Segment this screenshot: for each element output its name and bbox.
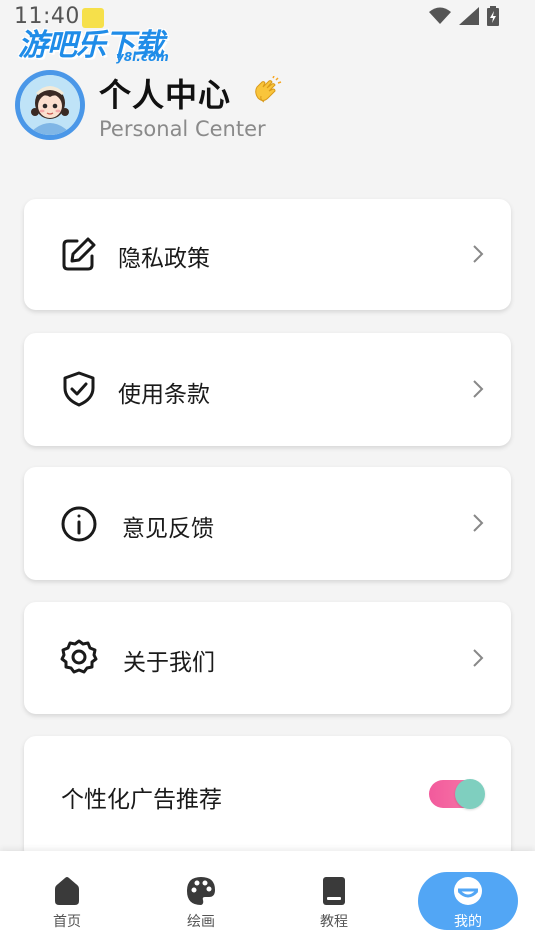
toggle-knob [455, 779, 485, 809]
about-us-item[interactable]: 关于我们 [24, 602, 511, 714]
personalized-ads-label: 个性化广告推荐 [61, 787, 222, 813]
personalized-ads-item: 个性化广告推荐 [24, 736, 511, 861]
nav-label-drawing: 绘画 [187, 914, 215, 930]
page-subtitle: Personal Center [99, 117, 266, 141]
wifi-icon [429, 7, 451, 24]
personalized-ads-toggle[interactable] [429, 779, 485, 809]
nav-item-mine[interactable]: 我的 [418, 851, 518, 941]
edit-icon [62, 237, 96, 271]
watermark-logo: 游吧乐下载 y8l.com [18, 20, 188, 70]
chevron-right-icon [473, 514, 484, 532]
avatar[interactable] [15, 70, 85, 140]
home-icon [55, 877, 79, 905]
chevron-right-icon [473, 380, 484, 398]
page-title: 个人中心 [99, 76, 232, 114]
profile-icon [454, 877, 482, 905]
feedback-label: 意见反馈 [122, 516, 214, 542]
nav-item-drawing[interactable]: 绘画 [151, 851, 251, 941]
privacy-policy-item[interactable]: 隐私政策 [24, 199, 511, 310]
nav-label-tutorial: 教程 [320, 914, 348, 930]
feedback-item[interactable]: 意见反馈 [24, 467, 511, 580]
privacy-policy-label: 隐私政策 [118, 246, 210, 272]
shield-check-icon [63, 371, 95, 407]
status-icons [429, 6, 499, 26]
chevron-right-icon [473, 649, 484, 667]
gear-icon [60, 639, 98, 674]
terms-of-use-label: 使用条款 [118, 382, 210, 408]
signal-icon [459, 7, 479, 25]
watermark-url: y8l.com [116, 50, 169, 64]
bottom-navigation: 首页 绘画 教程 我的 [0, 851, 535, 951]
nav-label-home: 首页 [53, 914, 81, 930]
nav-label-mine: 我的 [454, 914, 482, 930]
clapping-hands-icon [255, 76, 282, 103]
avatar-image [20, 75, 80, 135]
nav-item-tutorial[interactable]: 教程 [284, 851, 384, 941]
about-us-label: 关于我们 [123, 650, 215, 676]
profile-header: 个人中心 Personal Center [0, 64, 535, 154]
info-icon [61, 506, 97, 542]
battery-icon [487, 6, 499, 26]
chevron-right-icon [473, 245, 484, 263]
nav-item-home[interactable]: 首页 [17, 851, 117, 941]
palette-icon [187, 877, 215, 905]
terms-of-use-item[interactable]: 使用条款 [24, 333, 511, 446]
book-icon [323, 877, 345, 905]
